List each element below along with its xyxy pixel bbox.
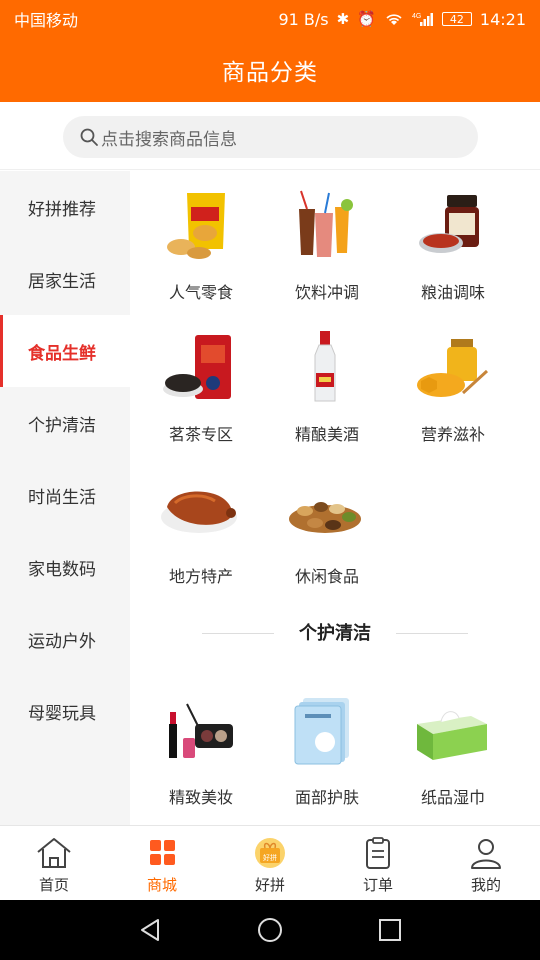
wifi-icon	[386, 14, 402, 25]
user-icon	[471, 839, 501, 869]
tab-label: 我的	[470, 876, 501, 894]
face-mask-icon	[294, 698, 349, 765]
sidebar-item-label: 好拼推荐	[28, 199, 96, 220]
back-icon[interactable]	[138, 918, 162, 942]
category-label: 地方特产	[168, 567, 233, 586]
category-label: 面部护肤	[294, 788, 359, 807]
category-label: 营养滋补	[420, 425, 485, 444]
drinks-icon	[299, 190, 353, 257]
tissue-box-icon	[417, 711, 487, 760]
category-tile-condiments[interactable]: 粮油调味	[382, 179, 508, 309]
status-icons: 91 B/s ✱ ⏰ 4G 42 14:21	[278, 10, 526, 29]
category-tile-leisure-food[interactable]: 休闲食品	[256, 463, 382, 593]
category-tile-drinks[interactable]: 饮料冲调	[256, 179, 382, 309]
clock: 14:21	[479, 9, 526, 29]
sidebar-item-label: 家电数码	[28, 559, 96, 580]
category-page: 中国移动 91 B/s ✱ ⏰ 4G 42 14:21 商品分类 点击搜索商品信…	[0, 0, 540, 960]
category-label: 饮料冲调	[294, 283, 359, 302]
category-tile-local-specialty[interactable]: 地方特产	[130, 463, 256, 593]
tab-group-buy[interactable]: 好拼 好拼	[216, 826, 324, 900]
sidebar-item-label: 母婴玩具	[28, 703, 96, 724]
carrier-label: 中国移动	[14, 11, 79, 30]
sidebar-item-home-living[interactable]: 居家生活	[0, 243, 130, 315]
sidebar-item-label: 个护清洁	[28, 415, 96, 436]
sidebar-item-fashion[interactable]: 时尚生活	[0, 459, 130, 531]
makeup-icon	[169, 703, 233, 758]
sidebar-item-label: 食品生鲜	[28, 343, 96, 364]
recents-icon[interactable]	[379, 919, 401, 941]
category-label: 粮油调味	[420, 283, 485, 302]
roast-duck-icon	[161, 491, 237, 533]
category-label: 精致美妆	[168, 788, 233, 807]
category-tile-snacks[interactable]: 人气零食	[130, 179, 256, 309]
net-speed: 91 B/s	[278, 9, 329, 29]
signal-icon: 4G	[412, 13, 433, 26]
tab-me[interactable]: 我的	[432, 826, 540, 900]
category-content: 人气零食 饮料冲调 粮油调味 茗茶专区 精酿美酒 营养滋补 地方特产 休闲食品 …	[130, 171, 540, 825]
sidebar-item-baby-toys[interactable]: 母婴玩具	[0, 675, 130, 747]
tab-orders[interactable]: 订单	[324, 826, 432, 900]
search-placeholder: 点击搜索商品信息	[101, 129, 237, 150]
category-sidebar: 好拼推荐 居家生活 食品生鲜 个护清洁 时尚生活 家电数码 运动户外 母婴玩具	[0, 171, 130, 825]
divider	[396, 633, 468, 634]
chips-bag-icon	[167, 193, 225, 259]
mixed-nuts-icon	[289, 502, 361, 533]
sidebar-item-personal-care[interactable]: 个护清洁	[0, 387, 130, 459]
category-tile-tissue[interactable]: 纸品湿巾	[382, 684, 508, 814]
alarm-icon: ⏰	[357, 10, 376, 28]
category-label: 休闲食品	[294, 567, 359, 586]
battery-icon: 42	[441, 12, 472, 26]
tea-can-icon	[163, 335, 231, 399]
grid-icon	[150, 840, 175, 865]
section-header: 个护清洁	[130, 619, 540, 647]
svg-text:4G: 4G	[412, 13, 421, 20]
category-label: 纸品湿巾	[420, 788, 485, 807]
section-title: 个护清洁	[299, 623, 371, 644]
sauce-jar-icon	[419, 195, 479, 253]
tab-label: 订单	[362, 876, 393, 894]
status-bar: 中国移动 91 B/s ✱ ⏰ 4G 42 14:21	[0, 0, 540, 38]
category-tile-nutrition[interactable]: 营养滋补	[382, 321, 508, 451]
search-input[interactable]: 点击搜索商品信息	[63, 116, 478, 158]
honey-icon	[417, 339, 489, 397]
sidebar-item-outdoor[interactable]: 运动户外	[0, 603, 130, 675]
category-tile-tea[interactable]: 茗茶专区	[130, 321, 256, 451]
search-area: 点击搜索商品信息	[0, 102, 540, 170]
home-icon	[37, 838, 71, 868]
category-tile-skincare[interactable]: 面部护肤	[256, 684, 382, 814]
category-tile-liquor[interactable]: 精酿美酒	[256, 321, 382, 451]
category-tile-makeup[interactable]: 精致美妆	[130, 684, 256, 814]
sidebar-item-label: 时尚生活	[28, 487, 96, 508]
tab-home[interactable]: 首页	[0, 826, 108, 900]
category-label: 茗茶专区	[168, 425, 233, 444]
sidebar-item-label: 运动户外	[28, 631, 96, 652]
bottom-tab-bar: 首页 商城 好拼 好拼 订单 我的	[0, 825, 540, 900]
sidebar-item-recommend[interactable]: 好拼推荐	[0, 171, 130, 243]
svg-text:好拼: 好拼	[263, 853, 277, 862]
home-button-icon[interactable]	[257, 917, 283, 943]
search-icon	[80, 128, 98, 146]
tab-label: 好拼	[254, 876, 285, 894]
clipboard-icon	[366, 837, 390, 869]
gift-icon: 好拼	[255, 838, 285, 868]
sidebar-item-label: 居家生活	[28, 271, 96, 292]
system-navigation-bar	[0, 900, 540, 960]
page-title: 商品分类	[222, 60, 318, 86]
category-label: 人气零食	[168, 283, 233, 302]
sidebar-item-food[interactable]: 食品生鲜	[0, 315, 130, 387]
tab-label: 首页	[38, 876, 69, 894]
sidebar-item-electronics[interactable]: 家电数码	[0, 531, 130, 603]
category-label: 精酿美酒	[294, 425, 359, 444]
tab-mall[interactable]: 商城	[108, 826, 216, 900]
bluetooth-icon: ✱	[336, 10, 350, 28]
liquor-bottle-icon	[314, 331, 336, 402]
tab-label: 商城	[146, 876, 177, 894]
